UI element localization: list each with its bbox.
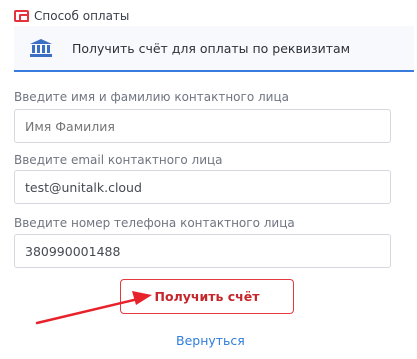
email-field-label: Введите email контактного лица	[14, 153, 223, 167]
header-title: Способ оплаты	[34, 9, 130, 23]
phone-field-label: Введите номер телефона контактного лица	[14, 216, 295, 230]
phone-input[interactable]	[14, 234, 391, 268]
name-field-label: Введите имя и фамилию контактного лица	[14, 90, 289, 104]
payment-method-label: Получить счёт для оплаты по реквизитам	[72, 40, 351, 56]
name-input[interactable]	[14, 109, 391, 143]
get-invoice-button[interactable]: Получить счёт	[120, 279, 294, 314]
payment-method-option[interactable]: Получить счёт для оплаты по реквизитам	[14, 26, 414, 72]
wallet-icon	[14, 10, 29, 22]
payment-method-header: Способ оплаты	[14, 6, 129, 26]
bank-icon	[30, 39, 52, 57]
payment-panel: Способ оплаты Получить счёт для оплаты п…	[0, 0, 417, 359]
back-link[interactable]: Вернуться	[176, 333, 245, 348]
email-input[interactable]	[14, 170, 391, 204]
